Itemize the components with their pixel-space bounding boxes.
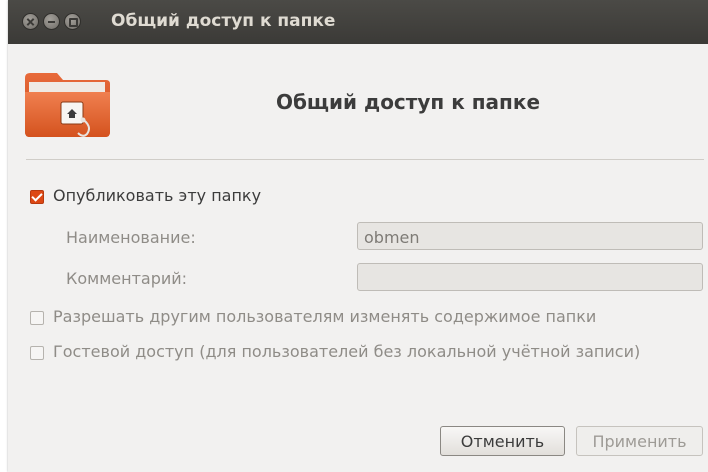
minimize-icon[interactable] <box>43 13 60 30</box>
comment-field[interactable] <box>357 263 703 291</box>
publish-label[interactable]: Опубликовать эту папку <box>53 186 261 205</box>
header-separator <box>26 159 704 160</box>
comment-label: Комментарий: <box>66 269 188 288</box>
guest-access-label[interactable]: Гостевой доступ (для пользователей без л… <box>53 342 640 361</box>
name-label: Наименование: <box>66 228 196 247</box>
apply-button[interactable]: Применить <box>576 426 703 456</box>
maximize-icon[interactable] <box>64 13 81 30</box>
window-title: Общий доступ к папке <box>111 11 336 31</box>
folder-share-icon <box>23 70 113 144</box>
guest-access-checkbox[interactable] <box>30 346 44 360</box>
title-bar[interactable]: Общий доступ к папке <box>8 0 708 44</box>
dialog-heading: Общий доступ к папке <box>275 90 541 114</box>
name-field[interactable] <box>357 222 703 250</box>
close-icon[interactable] <box>22 13 39 30</box>
cancel-button[interactable]: Отменить <box>440 426 565 456</box>
allow-modify-checkbox[interactable] <box>30 311 44 325</box>
share-folder-dialog: Общий доступ к папке Общий доступ к папк… <box>8 0 708 472</box>
allow-modify-label[interactable]: Разрешать другим пользователям изменять … <box>53 307 596 326</box>
publish-checkbox[interactable] <box>30 190 44 204</box>
